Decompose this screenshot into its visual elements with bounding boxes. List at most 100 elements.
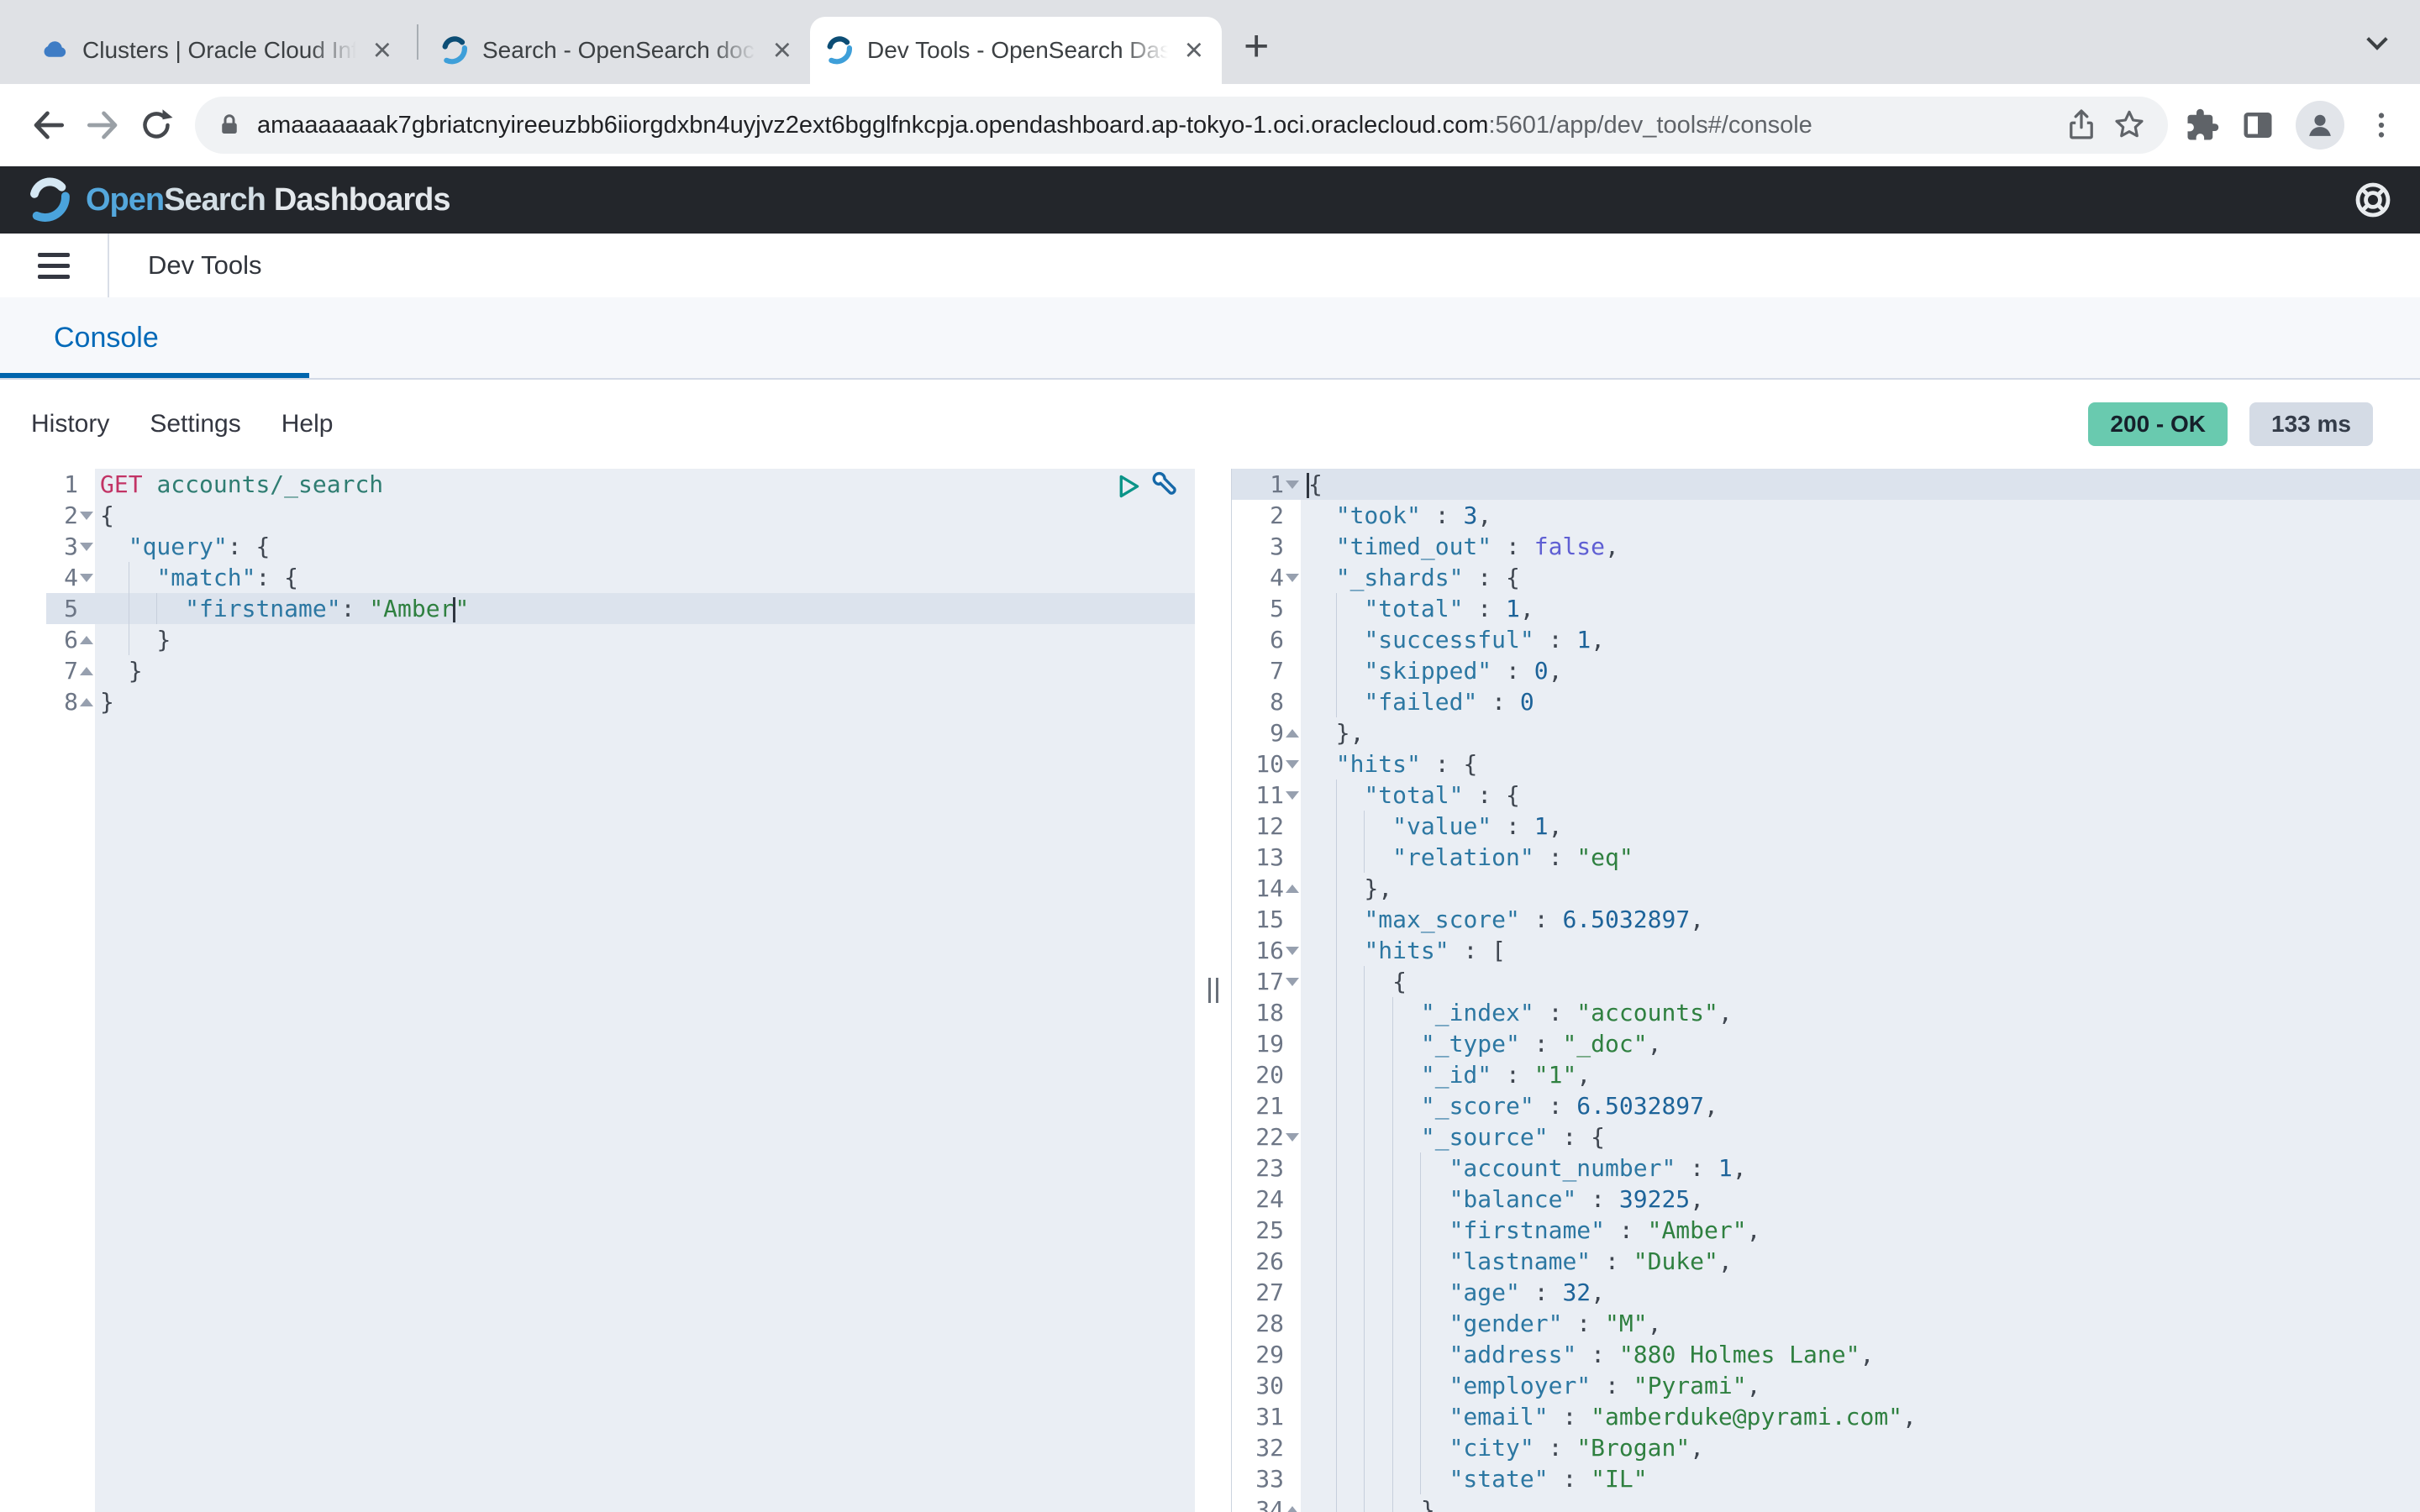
line-number[interactable]: 15 (1232, 904, 1301, 935)
code-content[interactable]: "account_number" : 1, (1301, 1152, 2420, 1184)
code-line[interactable]: 6 } (46, 624, 1195, 655)
fold-toggle-icon[interactable] (1284, 791, 1301, 800)
fold-toggle-icon[interactable] (1284, 978, 1301, 986)
line-number[interactable]: 18 (1232, 997, 1301, 1028)
send-request-play-icon[interactable] (1113, 471, 1143, 501)
tab-console[interactable]: Console (54, 322, 159, 354)
code-line[interactable]: 9 }, (1232, 717, 2420, 748)
code-line[interactable]: 8 "failed" : 0 (1232, 686, 2420, 717)
code-line[interactable]: 7 } (46, 655, 1195, 686)
code-line[interactable]: 26 "lastname" : "Duke", (1232, 1246, 2420, 1277)
line-number[interactable]: 5 (46, 593, 95, 624)
line-number[interactable]: 5 (1232, 593, 1301, 624)
address-bar[interactable]: amaaaaaaak7gbriatcnyireeuzbb6iiorgdxbn4u… (195, 97, 2168, 154)
code-line[interactable]: 5 "firstname": "Amber" (46, 593, 1195, 624)
code-line[interactable]: 27 "age" : 32, (1232, 1277, 2420, 1308)
code-line[interactable]: 25 "firstname" : "Amber", (1232, 1215, 2420, 1246)
code-content[interactable]: "value" : 1, (1301, 811, 2420, 842)
code-line[interactable]: 24 "balance" : 39225, (1232, 1184, 2420, 1215)
code-line[interactable]: 3 "timed_out" : false, (1232, 531, 2420, 562)
line-number[interactable]: 4 (1232, 562, 1301, 593)
code-line[interactable]: 28 "gender" : "M", (1232, 1308, 2420, 1339)
response-viewer[interactable]: 1{2 "took" : 3,3 "timed_out" : false,4 "… (1232, 469, 2420, 1512)
line-number[interactable]: 29 (1232, 1339, 1301, 1370)
code-content[interactable]: "_index" : "accounts", (1301, 997, 2420, 1028)
menu-history[interactable]: History (31, 410, 109, 438)
code-content[interactable]: "failed" : 0 (1301, 686, 2420, 717)
code-content[interactable]: "_score" : 6.5032897, (1301, 1090, 2420, 1121)
chevron-down-icon[interactable] (2366, 29, 2387, 50)
code-line[interactable]: 14 }, (1232, 873, 2420, 904)
code-line[interactable]: 1GET accounts/_search (46, 469, 1195, 500)
close-icon[interactable]: × (1181, 34, 1207, 66)
line-number[interactable]: 26 (1232, 1246, 1301, 1277)
browser-tab-clusters[interactable]: Clusters | Oracle Cloud Infrastr × (25, 17, 410, 84)
line-number[interactable]: 9 (1232, 717, 1301, 748)
fold-toggle-icon[interactable] (78, 512, 95, 520)
code-content[interactable]: } (95, 624, 1195, 655)
code-line[interactable]: 2{ (46, 500, 1195, 531)
line-number[interactable]: 14 (1232, 873, 1301, 904)
code-content[interactable]: "state" : "IL" (1301, 1463, 2420, 1494)
line-number[interactable]: 11 (1232, 780, 1301, 811)
menu-help[interactable]: Help (281, 410, 334, 438)
fold-toggle-icon[interactable] (78, 543, 95, 551)
code-content[interactable]: "relation" : "eq" (1301, 842, 2420, 873)
line-number[interactable]: 33 (1232, 1463, 1301, 1494)
code-content[interactable]: "_id" : "1", (1301, 1059, 2420, 1090)
code-content[interactable]: "email" : "amberduke@pyrami.com", (1301, 1401, 2420, 1432)
code-line[interactable]: 5 "total" : 1, (1232, 593, 2420, 624)
fold-toggle-icon[interactable] (1284, 574, 1301, 582)
side-panel-icon[interactable] (2240, 108, 2275, 143)
wrench-icon[interactable] (1151, 471, 1181, 501)
code-content[interactable]: "employer" : "Pyrami", (1301, 1370, 2420, 1401)
line-number[interactable]: 21 (1232, 1090, 1301, 1121)
drag-handle-icon[interactable] (1208, 978, 1218, 1003)
code-line[interactable]: 16 "hits" : [ (1232, 935, 2420, 966)
line-number[interactable]: 6 (1232, 624, 1301, 655)
line-number[interactable]: 10 (1232, 748, 1301, 780)
code-content[interactable]: "lastname" : "Duke", (1301, 1246, 2420, 1277)
code-line[interactable]: 33 "state" : "IL" (1232, 1463, 2420, 1494)
code-content[interactable]: "hits" : [ (1301, 935, 2420, 966)
line-number[interactable]: 7 (46, 655, 95, 686)
code-line[interactable]: 29 "address" : "880 Holmes Lane", (1232, 1339, 2420, 1370)
line-number[interactable]: 20 (1232, 1059, 1301, 1090)
code-content[interactable]: { (1301, 469, 2420, 500)
line-number[interactable]: 12 (1232, 811, 1301, 842)
code-content[interactable]: } (95, 655, 1195, 686)
fold-toggle-icon[interactable] (1284, 1133, 1301, 1142)
fold-toggle-icon[interactable] (1284, 480, 1301, 489)
line-number[interactable]: 22 (1232, 1121, 1301, 1152)
code-content[interactable]: "total" : { (1301, 780, 2420, 811)
code-line[interactable]: 30 "employer" : "Pyrami", (1232, 1370, 2420, 1401)
line-number[interactable]: 28 (1232, 1308, 1301, 1339)
code-line[interactable]: 34 } (1232, 1494, 2420, 1512)
share-icon[interactable] (2065, 109, 2097, 141)
code-content[interactable]: }, (1301, 717, 2420, 748)
code-line[interactable]: 1{ (1232, 469, 2420, 500)
fold-toggle-icon[interactable] (1284, 885, 1301, 893)
code-line[interactable]: 18 "_index" : "accounts", (1232, 997, 2420, 1028)
fold-toggle-icon[interactable] (1284, 760, 1301, 769)
code-line[interactable]: 20 "_id" : "1", (1232, 1059, 2420, 1090)
code-content[interactable]: } (95, 686, 1195, 717)
code-line[interactable]: 23 "account_number" : 1, (1232, 1152, 2420, 1184)
code-content[interactable]: "_shards" : { (1301, 562, 2420, 593)
fold-toggle-icon[interactable] (78, 698, 95, 706)
code-content[interactable]: "balance" : 39225, (1301, 1184, 2420, 1215)
back-button[interactable] (22, 98, 76, 152)
code-line[interactable]: 21 "_score" : 6.5032897, (1232, 1090, 2420, 1121)
code-line[interactable]: 11 "total" : { (1232, 780, 2420, 811)
line-number[interactable]: 34 (1232, 1494, 1301, 1512)
line-number[interactable]: 4 (46, 562, 95, 593)
code-content[interactable]: "_source" : { (1301, 1121, 2420, 1152)
code-line[interactable]: 3 "query": { (46, 531, 1195, 562)
code-line[interactable]: 17 { (1232, 966, 2420, 997)
line-number[interactable]: 24 (1232, 1184, 1301, 1215)
menu-hamburger-icon[interactable] (0, 234, 108, 297)
code-line[interactable]: 15 "max_score" : 6.5032897, (1232, 904, 2420, 935)
line-number[interactable]: 19 (1232, 1028, 1301, 1059)
code-content[interactable]: "age" : 32, (1301, 1277, 2420, 1308)
line-number[interactable]: 1 (46, 469, 95, 500)
